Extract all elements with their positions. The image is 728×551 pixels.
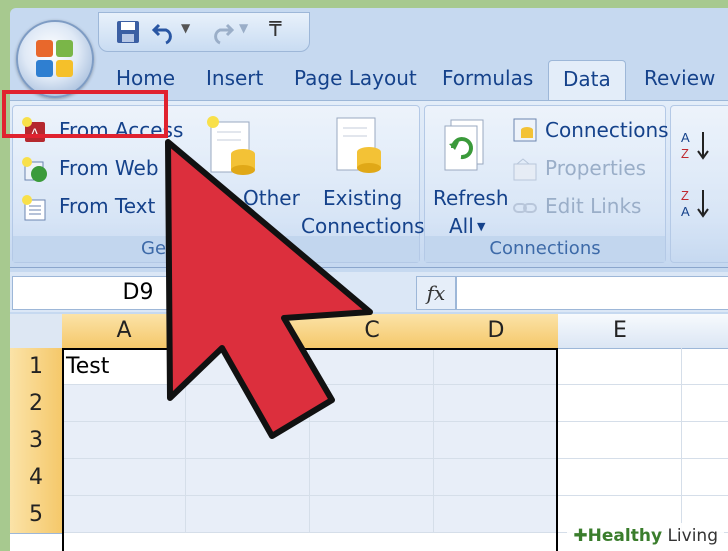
undo-dropdown-icon[interactable]: ▼ (181, 21, 190, 35)
cell[interactable] (62, 385, 186, 422)
existing-connections-line1[interactable]: Existing (323, 186, 402, 210)
cell[interactable] (558, 385, 682, 422)
cell[interactable] (310, 459, 434, 496)
svg-text:Z: Z (681, 188, 689, 203)
undo-icon[interactable] (151, 19, 177, 45)
existing-connections-line2[interactable]: Connections (301, 214, 425, 238)
formula-bar: D9 fx (10, 272, 728, 312)
cell[interactable] (62, 496, 186, 533)
refresh-all-line1[interactable]: Refresh (433, 186, 509, 210)
cell[interactable] (186, 348, 310, 385)
office-logo-icon (36, 40, 74, 78)
edit-links-button[interactable]: Edit Links (545, 194, 641, 218)
cell[interactable] (62, 422, 186, 459)
refresh-all-icon (444, 119, 484, 171)
properties-button[interactable]: Properties (545, 156, 646, 180)
cell[interactable] (434, 385, 558, 422)
connections-button[interactable]: Connections (545, 118, 669, 142)
insert-function-button[interactable]: fx (416, 276, 456, 310)
connections-group: Refresh All ▼ Connections Properties Edi… (424, 105, 669, 263)
cell[interactable] (558, 422, 682, 459)
cell[interactable] (310, 422, 434, 459)
refresh-all-line2[interactable]: All (449, 214, 474, 238)
connections-icon (513, 118, 537, 142)
existing-connections-icon (336, 117, 381, 173)
cell[interactable] (186, 496, 310, 533)
edit-links-icon (513, 203, 537, 213)
tab-insert[interactable]: Insert (206, 66, 263, 90)
column-header-e[interactable]: E (558, 314, 683, 349)
from-web-button[interactable]: From Web (59, 156, 159, 180)
svg-text:A: A (681, 130, 690, 145)
tab-formulas[interactable]: Formulas (442, 66, 533, 90)
svg-text:Z: Z (681, 146, 689, 161)
connections-group-label: Connections (425, 236, 665, 262)
cell[interactable] (434, 496, 558, 533)
tab-home[interactable]: Home (116, 66, 175, 90)
quick-access-toolbar: ▼ ▼ ₸ (98, 12, 310, 52)
from-other-sources-button[interactable]: Other (243, 186, 300, 210)
cell[interactable] (186, 422, 310, 459)
other-sources-icon (207, 116, 255, 175)
sort-filter-group: A Z Z A (670, 105, 728, 263)
customize-toolbar-icon[interactable]: ₸ (269, 17, 282, 41)
column-header-a[interactable]: A (62, 314, 187, 349)
cell[interactable] (558, 459, 682, 496)
row-header-4[interactable]: 4 (10, 459, 63, 497)
get-external-data-group-label: Ge (13, 236, 419, 262)
redo-dropdown-icon[interactable]: ▼ (239, 21, 248, 35)
properties-icon (513, 158, 537, 181)
web-icon (22, 157, 47, 182)
tab-page-layout[interactable]: Page Layout (294, 66, 417, 90)
cell[interactable] (310, 496, 434, 533)
cell[interactable] (62, 459, 186, 496)
text-file-icon (22, 195, 46, 221)
column-header-f[interactable] (682, 314, 728, 349)
refresh-dropdown-icon[interactable]: ▼ (477, 220, 485, 233)
cell[interactable] (558, 348, 682, 385)
cell[interactable] (682, 422, 728, 459)
svg-text:A: A (681, 204, 690, 219)
row-header-5[interactable]: 5 (10, 496, 63, 534)
save-icon[interactable] (115, 19, 141, 45)
column-header-b[interactable]: B (186, 314, 311, 349)
sort-z-to-a-icon[interactable]: Z A (679, 186, 711, 220)
cell[interactable] (434, 422, 558, 459)
watermark-brand-2: Living (667, 526, 718, 546)
column-header-c[interactable]: C (310, 314, 435, 349)
watermark: ✚Healthy Living (567, 523, 724, 549)
from-access-highlight-box (2, 90, 168, 138)
cell-a1[interactable]: Test (62, 348, 186, 385)
redo-icon[interactable] (209, 19, 235, 45)
from-text-button[interactable]: From Text (59, 194, 155, 218)
cell[interactable] (434, 348, 558, 385)
name-box[interactable]: D9 (12, 276, 264, 310)
cell[interactable] (682, 385, 728, 422)
cell[interactable] (434, 459, 558, 496)
cell[interactable] (310, 385, 434, 422)
tab-review[interactable]: Review (644, 66, 715, 90)
formula-input[interactable] (456, 276, 728, 310)
watermark-brand: Healthy (587, 526, 663, 546)
cell[interactable] (186, 385, 310, 422)
select-all-corner[interactable] (10, 314, 63, 349)
row-header-1[interactable]: 1 (10, 348, 63, 386)
row-header-3[interactable]: 3 (10, 422, 63, 460)
sort-a-to-z-icon[interactable]: A Z (679, 128, 711, 162)
office-button[interactable] (16, 20, 94, 98)
plus-logo-icon: ✚ (573, 526, 588, 546)
cell[interactable] (682, 459, 728, 496)
worksheet-grid: A B C D E 1 2 3 4 5 Test (10, 314, 728, 551)
column-header-d[interactable]: D (434, 314, 559, 349)
cell[interactable] (310, 348, 434, 385)
cell[interactable] (682, 348, 728, 385)
row-header-2[interactable]: 2 (10, 385, 63, 423)
cell[interactable] (186, 459, 310, 496)
